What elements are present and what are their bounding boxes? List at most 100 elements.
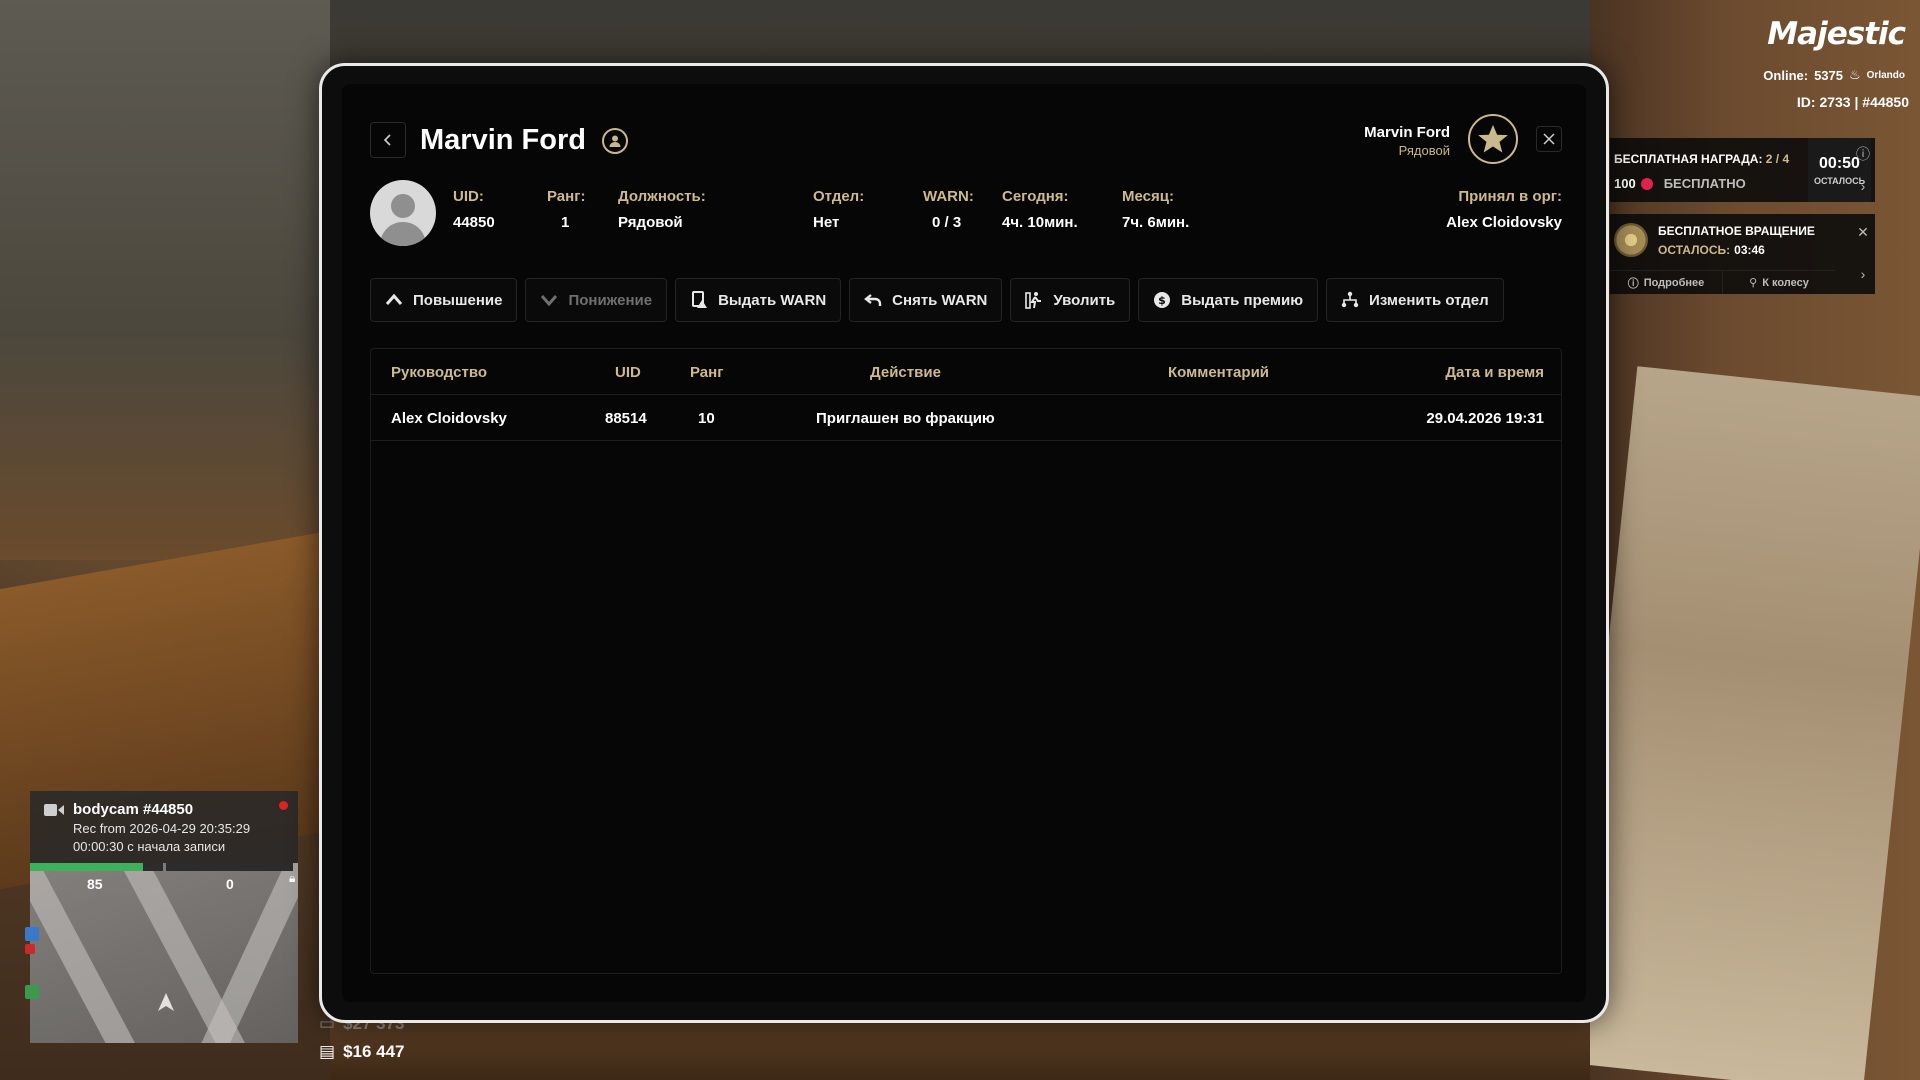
field-warn-label: WARN: [923, 188, 974, 205]
online-label: Online: [1763, 67, 1809, 83]
give-warn-button[interactable]: Выдать WARN [675, 278, 842, 322]
close-icon[interactable]: ✕ [1853, 222, 1873, 242]
field-uid-label: UID: [453, 188, 484, 205]
spin-time-left: ОСТАЛОСЬ: 03:46 [1658, 243, 1765, 257]
reward-title: БЕСПЛАТНАЯ НАГРАДА: 2 / 4 [1614, 152, 1789, 166]
spin-title: БЕСПЛАТНОЕ ВРАЩЕНИЕ [1658, 224, 1815, 238]
demote-button[interactable]: Понижение [525, 278, 668, 322]
reward-amount: 100 [1614, 176, 1636, 191]
field-warn: WARN: 0 / 3 [923, 188, 974, 231]
cell-action: Приглашен во фракцию [816, 410, 995, 427]
field-uid-value: 44850 [453, 214, 495, 231]
health-bar-fill [30, 863, 144, 871]
to-wheel-link[interactable]: ⚲ К колесу [1722, 271, 1835, 294]
give-bonus-button[interactable]: $ Выдать премию [1138, 278, 1319, 322]
field-accepted-by: Принял в орг: Alex Cloidovsky [1446, 188, 1562, 231]
panel-header: Marvin Ford Marvin Ford Рядовой [370, 114, 1562, 164]
background-wall [0, 0, 330, 560]
field-rank: Ранг: 1 [547, 188, 585, 231]
chevron-left-icon [383, 134, 391, 146]
field-today-label: Сегодня: [1002, 188, 1069, 205]
field-department: Отдел: Нет [813, 188, 864, 231]
health-value: 85 [87, 876, 103, 892]
chevron-right-icon[interactable]: › [1853, 264, 1873, 284]
minimap-blip-icon [25, 927, 39, 941]
table-header: Руководство UID Ранг Действие Комментари… [371, 349, 1561, 395]
location-pin-icon: ⚲ [1749, 277, 1758, 289]
server-icon: ♨ [1849, 67, 1861, 82]
give-warn-label: Выдать WARN [718, 291, 827, 309]
spin-left-label: ОСТАЛОСЬ: [1658, 243, 1731, 257]
change-department-button[interactable]: Изменить отдел [1326, 278, 1504, 322]
health-bar [30, 863, 163, 871]
promote-button[interactable]: Повышение [370, 278, 518, 322]
fire-button[interactable]: Уволить [1010, 278, 1131, 322]
arrow-up-icon [385, 293, 403, 305]
free-reward-widget[interactable]: БЕСПЛАТНАЯ НАГРАДА: 2 / 4 100 БЕСПЛАТНО … [1610, 138, 1875, 202]
minimap-blip-icon [25, 944, 35, 954]
field-rank-label: Ранг: [547, 188, 586, 205]
field-uid: UID: 44850 [453, 188, 495, 231]
details-link-label: Подробнее [1643, 276, 1705, 289]
info-icon[interactable]: ⓘ [1853, 144, 1873, 164]
reward-progress: 2 / 4 [1765, 152, 1790, 166]
minimap [30, 863, 298, 1043]
field-month-label: Месяц: [1122, 188, 1174, 205]
header-user-rank: Рядовой [1398, 143, 1450, 158]
field-position-value: Рядовой [618, 214, 683, 231]
chevron-right-icon[interactable]: › [1853, 176, 1873, 196]
arrow-down-icon [541, 295, 558, 307]
user-profile-icon[interactable] [602, 128, 628, 154]
col-uid: UID [615, 364, 641, 381]
reward-free-label: БЕСПЛАТНО [1663, 176, 1746, 191]
cash-money: ▤ $16 447 [319, 1042, 405, 1062]
free-spin-widget[interactable]: БЕСПЛАТНОЕ ВРАЩЕНИЕ ОСТАЛОСЬ: 03:46 ✕ › ⓘ… [1610, 214, 1875, 294]
col-datetime: Дата и время [1445, 364, 1544, 381]
page-title: Marvin Ford [420, 124, 586, 156]
undo-icon [864, 294, 882, 306]
field-department-value: Нет [813, 214, 840, 231]
close-button[interactable] [1536, 126, 1562, 152]
col-leader: Руководство [391, 364, 488, 381]
field-month: Месяц: 7ч. 6мин. [1122, 188, 1189, 231]
coin-icon [1640, 177, 1653, 190]
remove-warn-label: Снять WARN [892, 291, 988, 309]
tablet-frame: Marvin Ford Marvin Ford Рядовой UID: 448… [319, 63, 1609, 1023]
member-panel: Marvin Ford Marvin Ford Рядовой UID: 448… [342, 84, 1586, 1002]
field-rank-value: 1 [561, 214, 570, 231]
action-toolbar: Повышение Понижение Выдать WARN Снять WA… [370, 278, 1504, 322]
spin-left-value: 03:46 [1734, 243, 1765, 257]
change-department-label: Изменить отдел [1369, 291, 1489, 309]
document-warning-icon [692, 291, 708, 308]
member-profile: UID: 44850 Ранг: 1 Должность: Рядовой От… [370, 180, 1562, 246]
back-button[interactable] [370, 122, 406, 158]
field-accepted-value: Alex Cloidovsky [1446, 214, 1562, 231]
table-row[interactable]: Alex Cloidovsky 88514 10 Приглашен во фр… [371, 395, 1561, 441]
field-position-label: Должность: [618, 188, 706, 205]
field-today-value: 4ч. 10мин. [1002, 214, 1078, 231]
remove-warn-button[interactable]: Снять WARN [849, 278, 1003, 322]
bodycam-rec-time: Rec from 2026-04-29 20:35:29 [73, 821, 251, 836]
player-id: ID: 2733 | #44850 [1796, 94, 1909, 110]
bodycam-widget: bodycam #44850 Rec from 2026-04-29 20:35… [30, 791, 298, 863]
lock-icon: 🔒︎ [289, 871, 296, 885]
wheel-icon [1614, 223, 1648, 257]
svg-text:$: $ [1158, 294, 1166, 307]
bodycam-elapsed: 00:00:30 с начала записи [73, 839, 226, 854]
fire-label: Уволить [1053, 291, 1116, 309]
cell-leader: Alex Cloidovsky [391, 410, 507, 427]
reward-title-text: БЕСПЛАТНАЯ НАГРАДА: [1614, 152, 1763, 166]
cell-datetime: 29.04.2026 19:31 [1426, 410, 1544, 427]
details-link[interactable]: ⓘ Подробнее [1610, 271, 1722, 294]
armor-bar [166, 863, 293, 871]
spin-links: ⓘ Подробнее ⚲ К колесу [1610, 270, 1835, 294]
give-bonus-label: Выдать премию [1181, 291, 1304, 309]
field-position: Должность: Рядовой [618, 188, 706, 231]
status-bars [30, 863, 298, 871]
cash-money-value: $16 447 [343, 1042, 405, 1061]
info-icon: ⓘ [1627, 277, 1639, 290]
field-accepted-label: Принял в орг: [1458, 188, 1562, 205]
person-exit-icon [1025, 292, 1042, 309]
field-today: Сегодня: 4ч. 10мин. [1002, 188, 1078, 231]
video-camera-icon [44, 804, 64, 816]
